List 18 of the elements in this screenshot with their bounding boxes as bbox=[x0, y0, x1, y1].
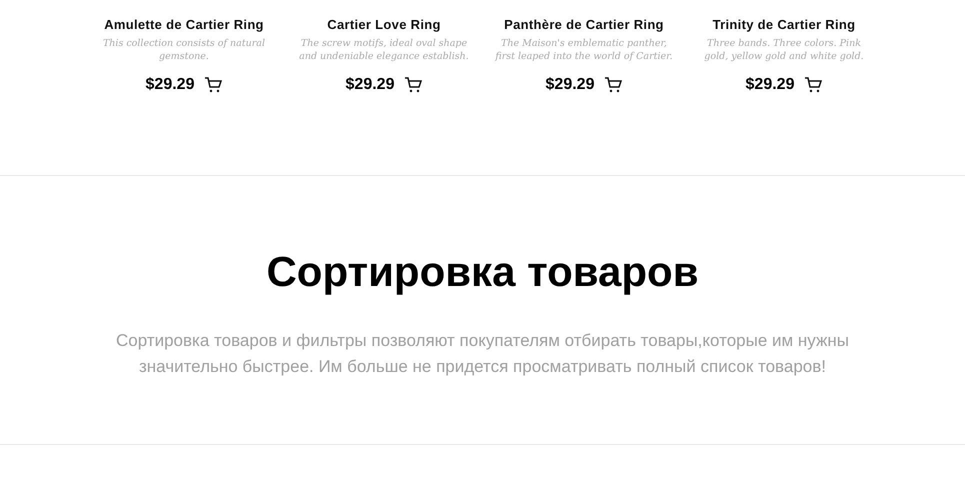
product-description: The screw motifs, ideal oval shape and undeniable elegance establish. bbox=[298, 37, 470, 63]
product-description: Three bands. Three colors. Pink gold, yellow gold and white gold. bbox=[703, 37, 865, 63]
section-description: Сортировка товаров и фильтры позволяют покупателям отбирать товары,которые им нужны значительно быстрее. Им больше не придется просматривать полный список товаров! bbox=[115, 330, 850, 378]
product-name[interactable]: Trinity de Cartier Ring bbox=[712, 16, 856, 34]
product-description: This collection consists of natural gemstone. bbox=[102, 37, 266, 63]
product-price: $29.29 bbox=[746, 75, 794, 95]
product-name[interactable]: Panthère de Cartier Ring bbox=[504, 16, 664, 34]
product-description: The Maison's emblematic panther, first leaped into the world of Cartier. bbox=[494, 37, 674, 63]
product-name[interactable]: Cartier Love Ring bbox=[327, 16, 441, 34]
cart-icon[interactable] bbox=[404, 77, 422, 93]
product-price: $29.29 bbox=[146, 75, 194, 95]
cart-icon[interactable] bbox=[204, 77, 222, 93]
product-price: $29.29 bbox=[546, 75, 594, 95]
section-heading: Сортировка товаров bbox=[266, 248, 699, 296]
product-name[interactable]: Amulette de Cartier Ring bbox=[104, 16, 264, 34]
cart-icon[interactable] bbox=[604, 77, 622, 93]
cart-icon[interactable] bbox=[804, 77, 822, 93]
product-price: $29.29 bbox=[346, 75, 394, 95]
